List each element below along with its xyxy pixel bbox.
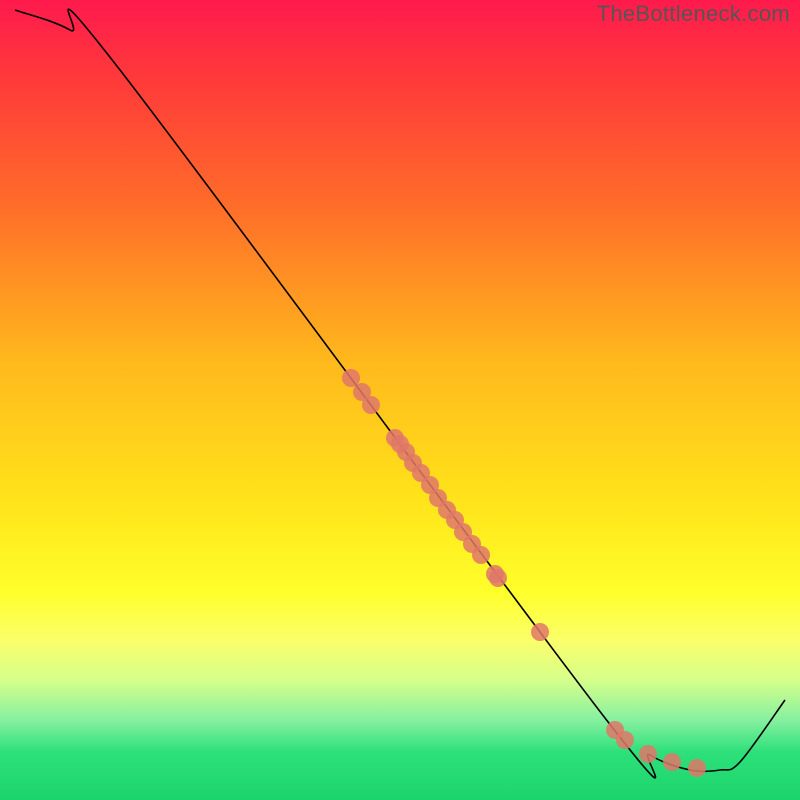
sample-point [421,476,439,494]
chart-svg [0,0,800,800]
sample-points-group [342,369,706,777]
sample-point [342,369,360,387]
watermark-text: TheBottleneck.com [597,1,790,27]
sample-point [429,489,447,507]
sample-point [606,721,624,739]
bottleneck-curve [15,9,785,778]
sample-point [438,501,456,519]
sample-point [688,759,706,777]
sample-point [412,464,430,482]
sample-point [391,435,409,453]
sample-point [489,569,507,587]
sample-point [454,523,472,541]
sample-point [463,535,481,553]
sample-point [404,454,422,472]
sample-point [639,745,657,763]
sample-point [353,383,371,401]
sample-point [663,753,681,771]
sample-point [472,546,490,564]
sample-point [616,731,634,749]
bottleneck-chart: TheBottleneck.com [0,0,800,800]
sample-point [362,396,380,414]
sample-point [397,443,415,461]
sample-point [486,565,504,583]
sample-point [386,429,404,447]
sample-point [531,623,549,641]
sample-point [446,511,464,529]
